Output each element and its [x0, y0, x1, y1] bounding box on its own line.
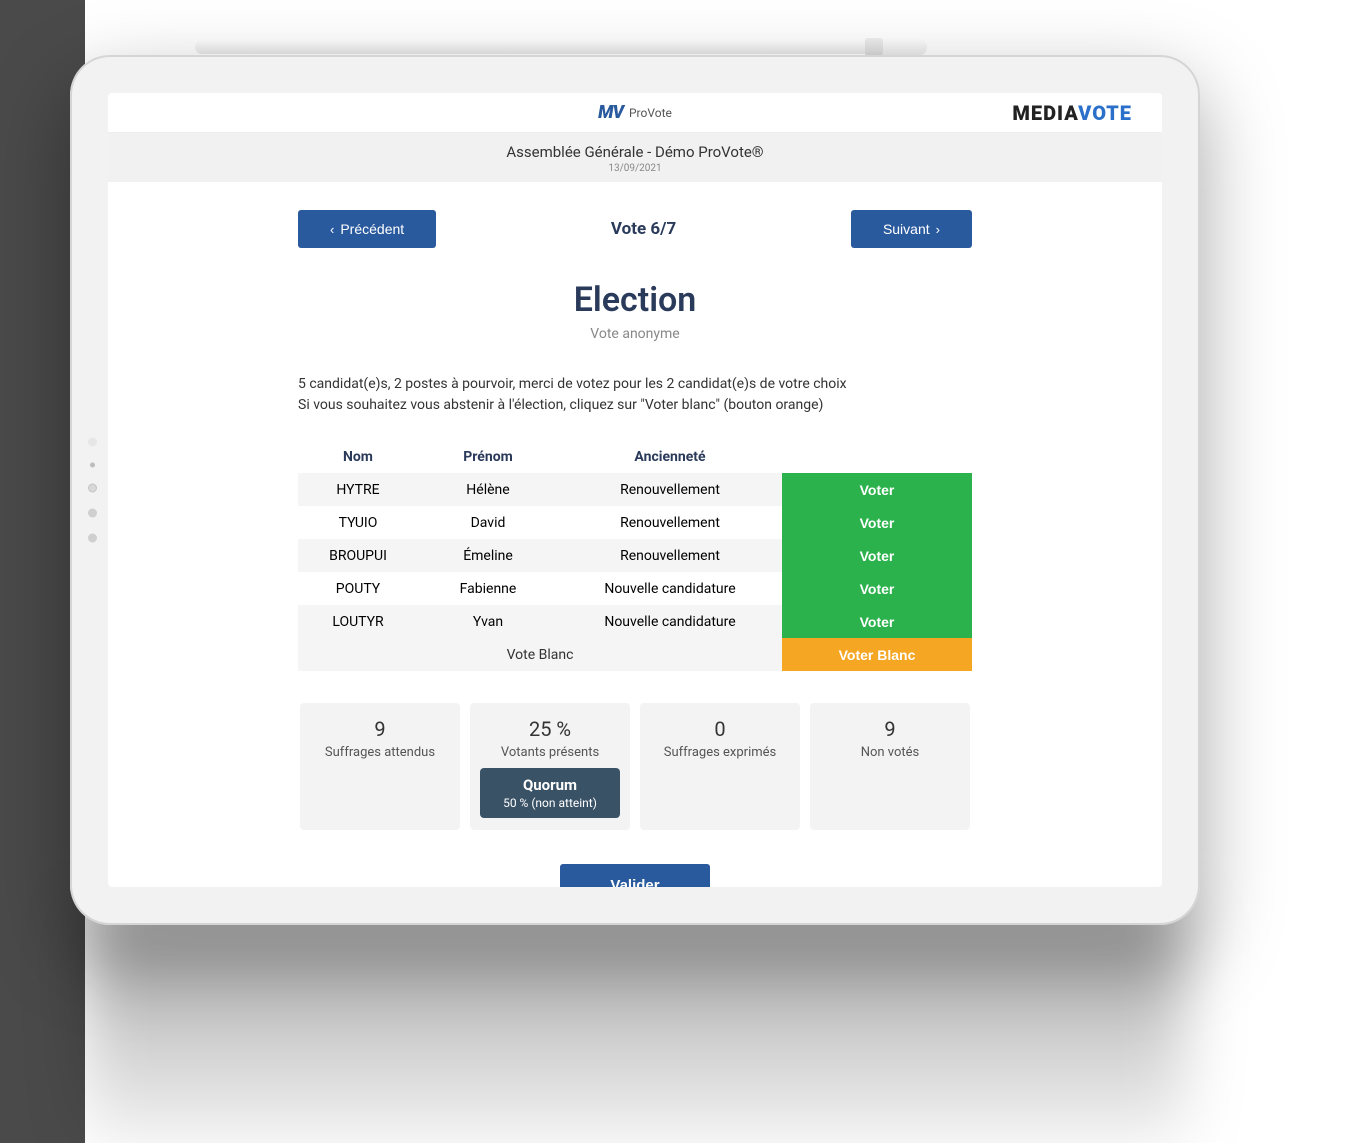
cell-prenom: Émeline — [418, 548, 558, 564]
cell-anciennete: Renouvellement — [558, 482, 782, 498]
stats-row: 9 Suffrages attendus 25 % Votants présen… — [298, 703, 972, 830]
quorum-title: Quorum — [496, 776, 604, 794]
blank-vote-row: Vote Blanc Voter Blanc — [298, 638, 972, 671]
cell-anciennete: Renouvellement — [558, 515, 782, 531]
cell-prenom: Yvan — [418, 614, 558, 630]
vote-counter: Vote 6/7 — [611, 219, 676, 239]
stat-expressed-value: 0 — [650, 717, 790, 741]
vote-button[interactable]: Voter — [782, 506, 972, 539]
cell-prenom: Fabienne — [418, 581, 558, 597]
next-button-label: Suivant — [883, 221, 930, 237]
cell-anciennete: Renouvellement — [558, 548, 782, 564]
stat-expressed: 0 Suffrages exprimés — [640, 703, 800, 830]
cell-prenom: Hélène — [418, 482, 558, 498]
page-shadow-bottom — [85, 915, 1185, 1143]
table-row: HYTREHélèneRenouvellementVoter — [298, 473, 972, 506]
stat-present: 25 % Votants présents Quorum 50 % (non a… — [470, 703, 630, 830]
vote-button[interactable]: Voter — [782, 572, 972, 605]
candidates-table: Nom Prénom Ancienneté HYTREHélèneRenouve… — [298, 440, 972, 671]
table-row: TYUIODavidRenouvellementVoter — [298, 506, 972, 539]
vote-button[interactable]: Voter — [782, 539, 972, 572]
vote-button[interactable]: Voter — [782, 473, 972, 506]
stat-present-label: Votants présents — [480, 745, 620, 760]
chevron-left-icon: ‹ — [330, 222, 334, 237]
next-button[interactable]: Suivant › — [851, 210, 972, 248]
prev-button[interactable]: ‹ Précédent — [298, 210, 436, 248]
stat-notvoted-label: Non votés — [820, 745, 960, 760]
tablet-camera-dots — [88, 438, 97, 543]
topbar: MV ProVote MEDIAVOTE — [108, 93, 1162, 133]
stat-notvoted: 9 Non votés — [810, 703, 970, 830]
tablet-frame: MV ProVote MEDIAVOTE Assemblée Générale … — [70, 55, 1200, 925]
cell-anciennete: Nouvelle candidature — [558, 581, 782, 597]
validate-button[interactable]: Valider — [560, 864, 709, 887]
table-header-row: Nom Prénom Ancienneté — [298, 440, 972, 473]
stat-present-value: 25 % — [480, 717, 620, 741]
table-row: POUTYFabienneNouvelle candidatureVoter — [298, 572, 972, 605]
instruction-line-2: Si vous souhaitez vous abstenir à l'élec… — [298, 395, 972, 416]
screen: MV ProVote MEDIAVOTE Assemblée Générale … — [108, 93, 1162, 887]
header-anciennete: Ancienneté — [558, 449, 782, 465]
assembly-title: Assemblée Générale - Démo ProVote® — [108, 143, 1162, 161]
stat-notvoted-value: 9 — [820, 717, 960, 741]
stat-expressed-label: Suffrages exprimés — [650, 745, 790, 760]
cell-nom: LOUTYR — [298, 614, 418, 630]
instruction-line-1: 5 candidat(e)s, 2 postes à pourvoir, mer… — [298, 374, 972, 395]
subheader: Assemblée Générale - Démo ProVote® 13/09… — [108, 133, 1162, 182]
vote-blank-button[interactable]: Voter Blanc — [782, 638, 972, 671]
chevron-right-icon: › — [936, 222, 940, 237]
vote-button[interactable]: Voter — [782, 605, 972, 638]
header-prenom: Prénom — [418, 449, 558, 465]
table-row: LOUTYRYvanNouvelle candidatureVoter — [298, 605, 972, 638]
quorum-sub: 50 % (non atteint) — [496, 796, 604, 810]
page-subtitle: Vote anonyme — [298, 326, 972, 342]
blank-vote-label: Vote Blanc — [298, 647, 782, 663]
cell-nom: HYTRE — [298, 482, 418, 498]
page-title: Election — [298, 280, 972, 320]
stat-expected: 9 Suffrages attendus — [300, 703, 460, 830]
cell-nom: POUTY — [298, 581, 418, 597]
app-logo-icon: MV — [598, 102, 623, 123]
cell-nom: BROUPUI — [298, 548, 418, 564]
brand-logo: MEDIAVOTE — [1012, 101, 1132, 125]
instructions: 5 candidat(e)s, 2 postes à pourvoir, mer… — [298, 374, 972, 416]
cell-nom: TYUIO — [298, 515, 418, 531]
prev-button-label: Précédent — [340, 221, 404, 237]
table-row: BROUPUIÉmelineRenouvellementVoter — [298, 539, 972, 572]
stat-expected-value: 9 — [310, 717, 450, 741]
assembly-date: 13/09/2021 — [108, 163, 1162, 174]
app-name: ProVote — [629, 106, 672, 120]
stat-expected-label: Suffrages attendus — [310, 745, 450, 760]
cell-prenom: David — [418, 515, 558, 531]
cell-anciennete: Nouvelle candidature — [558, 614, 782, 630]
quorum-badge: Quorum 50 % (non atteint) — [480, 768, 620, 818]
header-nom: Nom — [298, 449, 418, 465]
